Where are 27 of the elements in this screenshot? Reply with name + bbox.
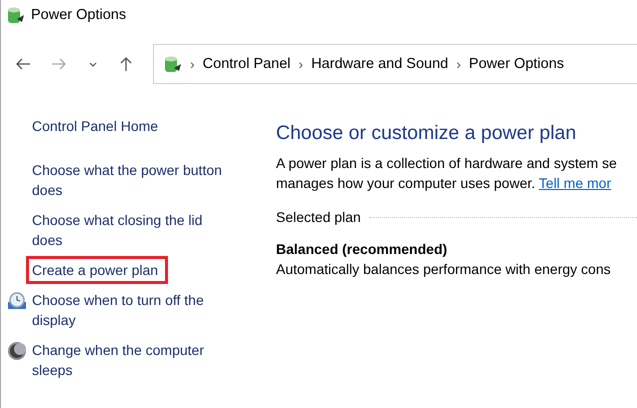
moon-icon <box>6 341 26 361</box>
sidebar-link[interactable]: Choose what the power button does <box>30 160 234 200</box>
sidebar-link[interactable]: Choose what closing the lid does <box>30 210 234 250</box>
recent-pages-button[interactable] <box>89 62 97 66</box>
tell-me-more-link[interactable]: Tell me mor <box>538 175 612 191</box>
chevron-icon: › <box>456 56 461 72</box>
sidebar-link[interactable]: Control Panel Home <box>30 116 234 136</box>
chevron-icon: › <box>190 56 195 72</box>
section-label: Selected plan <box>276 209 361 225</box>
address-bar[interactable]: › Control Panel › Hardware and Sound › Power Options <box>153 44 637 84</box>
chevron-icon: › <box>298 56 304 72</box>
back-button[interactable] <box>15 57 31 71</box>
intro-text: manages how your computer uses power. <box>276 175 536 191</box>
breadcrumb-item[interactable]: Control Panel <box>202 56 291 72</box>
sidebar-link[interactable]: Choose when to turn off the display <box>30 290 234 330</box>
window-title: Power Options <box>31 7 126 23</box>
up-button[interactable] <box>119 56 133 72</box>
page-heading: Choose or customize a power plan <box>276 122 578 145</box>
battery-icon <box>162 54 182 74</box>
clock-icon <box>6 291 26 311</box>
battery-icon <box>5 5 25 25</box>
sidebar-link[interactable]: Change when the computer sleeps <box>30 340 234 380</box>
breadcrumb-item[interactable]: Hardware and Sound <box>311 56 448 72</box>
plan-name: Balanced (recommended) <box>276 240 448 259</box>
plan-description: Automatically balances performance with energy cons <box>276 260 612 279</box>
breadcrumb-item[interactable]: Power Options <box>468 56 564 72</box>
intro-text: A power plan is a collection of hardware and system se <box>276 154 618 173</box>
